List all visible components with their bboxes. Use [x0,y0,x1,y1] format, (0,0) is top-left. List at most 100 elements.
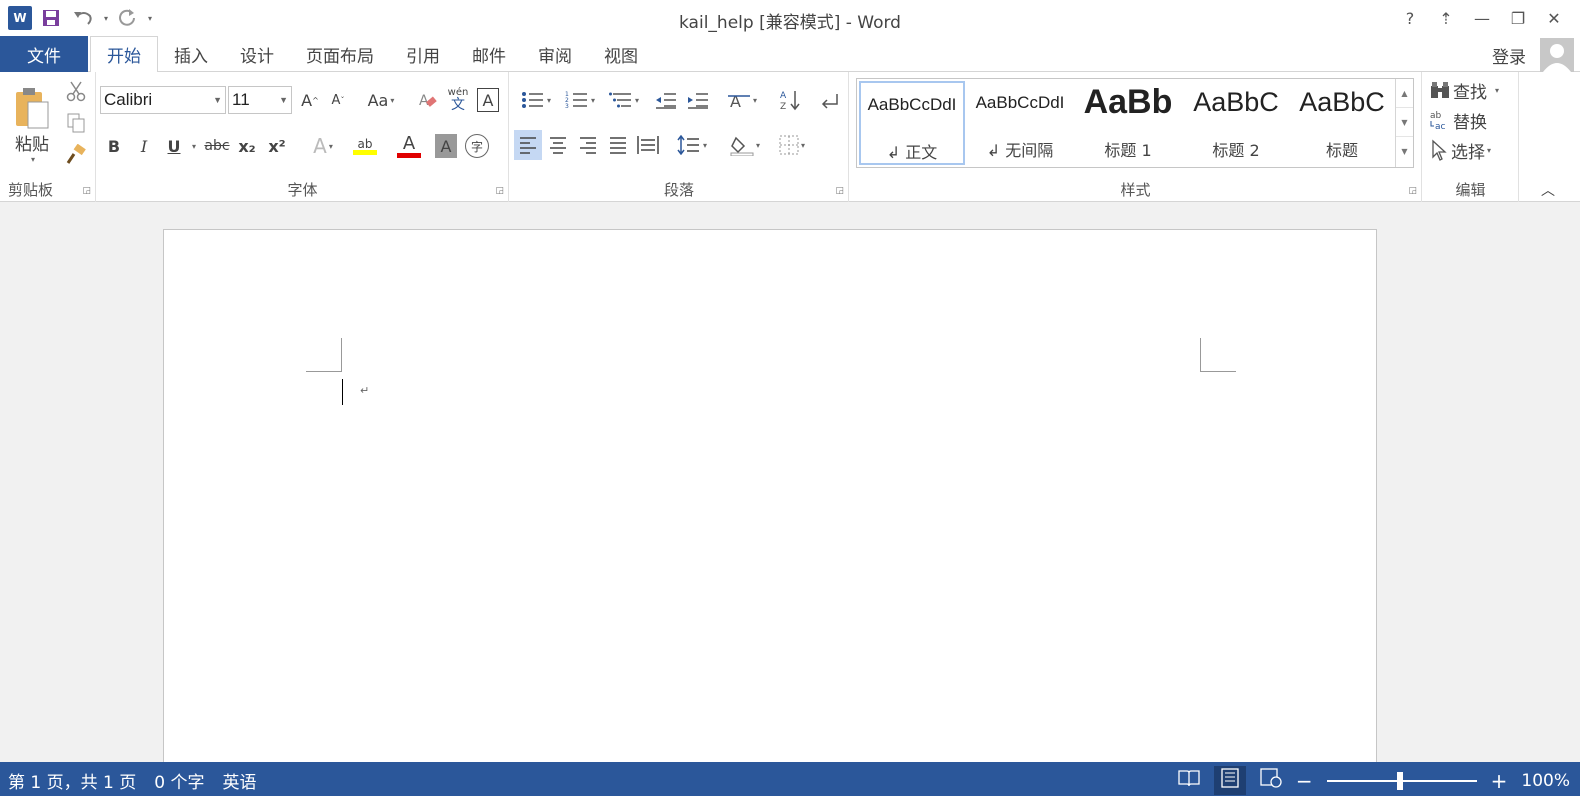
subscript-button[interactable]: x₂ [235,132,259,160]
underline-button[interactable]: U [163,132,185,160]
align-center-icon[interactable] [544,130,572,160]
close-button[interactable]: ✕ [1536,4,1572,32]
print-layout-icon[interactable] [1213,766,1246,795]
justify-icon[interactable] [604,130,632,160]
enclose-characters-button[interactable]: 字 [465,134,489,158]
paragraph-shading-icon[interactable]: ▾ [724,130,766,160]
text-effects-button[interactable]: A ▾ [305,132,341,160]
show-hide-marks-icon[interactable] [816,86,844,114]
replace-label: 替换 [1453,112,1487,133]
clipboard-group: 粘贴 ▾ 剪贴板 ◲ [0,72,96,202]
sign-in-link[interactable]: 登录 [1492,43,1526,68]
cut-icon[interactable] [64,78,88,104]
style-title[interactable]: AaBbC 标题 [1289,81,1395,165]
tab-references[interactable]: 引用 [390,36,456,72]
paragraph-launcher-icon[interactable]: ◲ [835,186,844,196]
find-button[interactable]: 查找 ▾ [1429,76,1513,104]
style-heading-2[interactable]: AaBbC 标题 2 [1183,81,1289,165]
style-sample: AaBbCcDdI [867,95,957,114]
change-case-button[interactable]: Aa ▾ [361,86,401,114]
web-layout-icon[interactable] [1260,768,1282,793]
title-bar: W ▾ ▾ kail_help [兼容模式] - Word ? ⇡ — ❐ ✕ [0,0,1580,36]
clear-formatting-icon[interactable]: A [415,86,441,114]
sort-icon[interactable]: AZ [776,86,804,114]
style-normal[interactable]: AaBbCcDdI ↲ 正文 [859,81,965,165]
style-heading-1[interactable]: AaBb 标题 1 [1075,81,1181,165]
replace-button[interactable]: ab ac 替换 [1429,106,1513,134]
italic-button[interactable]: I [133,132,155,160]
text-effects-icon: A [313,134,327,158]
zoom-out-button[interactable]: − [1296,769,1313,793]
font-family-combo[interactable]: Calibri ▼ [100,86,226,114]
tab-insert[interactable]: 插入 [158,36,224,72]
editing-group-label: 编辑 [1455,181,1486,199]
language-indicator[interactable]: 英语 [222,768,256,793]
word-count[interactable]: 0 个字 [154,768,204,793]
gallery-up-icon[interactable]: ▲ [1396,79,1413,108]
ribbon-tabs: 文件 开始 插入 设计 页面布局 引用 邮件 审阅 视图 登录 [0,36,1580,73]
zoom-slider[interactable] [1326,771,1477,790]
font-size-combo[interactable]: 11 ▼ [228,86,292,114]
tab-mailings[interactable]: 邮件 [456,36,522,72]
ribbon-display-options-button[interactable]: ⇡ [1428,4,1464,32]
style-no-spacing[interactable]: AaBbCcDdI ↲ 无间隔 [967,81,1073,165]
multilevel-list-icon[interactable]: ▾ [604,86,644,114]
bold-button[interactable]: B [103,132,125,160]
zoom-level[interactable]: 100% [1521,771,1570,791]
help-button[interactable]: ? [1392,4,1428,32]
clipboard-launcher-icon[interactable]: ◲ [82,186,91,196]
user-avatar-icon[interactable] [1540,38,1574,72]
svg-text:A: A [730,92,741,110]
editing-group: 查找 ▾ ab ac 替换 选择 ▾ 编辑 [1423,72,1519,202]
character-border-button[interactable]: A [477,88,499,112]
bullets-icon[interactable]: ▾ [516,86,556,114]
gallery-more-icon[interactable]: ▼ [1396,137,1413,166]
font-family-dropdown-icon[interactable]: ▼ [213,95,222,105]
read-mode-icon[interactable] [1178,768,1200,793]
increase-indent-icon[interactable] [684,86,712,114]
collapse-ribbon-icon[interactable]: ︿ [1536,180,1560,200]
paragraph-group-label: 段落 [663,181,694,199]
page-count[interactable]: 第 1 页，共 1 页 [8,768,136,793]
gallery-down-icon[interactable]: ▼ [1396,108,1413,137]
zoom-slider-thumb[interactable] [1396,771,1403,790]
zoom-in-button[interactable]: + [1491,769,1508,793]
tab-home[interactable]: 开始 [90,36,158,73]
strikethrough-button[interactable]: abc [203,132,231,160]
align-right-icon[interactable] [574,130,602,160]
styles-launcher-icon[interactable]: ◲ [1408,186,1417,196]
underline-dropdown-icon[interactable]: ▾ [187,132,199,160]
tab-page-layout[interactable]: 页面布局 [290,36,390,72]
line-spacing-icon[interactable]: ▾ [672,130,712,160]
restore-button[interactable]: ❐ [1500,4,1536,32]
shrink-font-button[interactable]: Aˇ [325,86,351,114]
font-launcher-icon[interactable]: ◲ [495,186,504,196]
copy-icon[interactable] [64,110,88,136]
numbering-icon[interactable]: 1 2 3 ▾ [560,86,600,114]
tab-review[interactable]: 审阅 [522,36,588,72]
decrease-indent-icon[interactable] [652,86,680,114]
borders-icon[interactable]: ▾ [772,130,812,160]
grow-font-button[interactable]: A ^ [297,86,323,114]
paste-button[interactable]: 粘贴 ▾ [8,78,56,172]
asian-layout-icon[interactable]: A ▾ [722,86,762,114]
highlight-button[interactable]: ab [345,130,385,162]
paste-dropdown-icon[interactable]: ▾ [31,155,35,164]
character-shading-button[interactable]: A [435,134,457,158]
format-painter-icon[interactable] [64,142,88,168]
svg-text:ac: ac [1435,122,1446,131]
phonetic-guide-button[interactable]: wén 文 [445,84,471,116]
select-button[interactable]: 选择 ▾ [1429,136,1513,164]
status-bar: 第 1 页，共 1 页 0 个字 英语 − + 100% [0,762,1580,796]
tab-file[interactable]: 文件 [0,36,88,72]
tab-design[interactable]: 设计 [224,36,290,72]
superscript-button[interactable]: x² [265,132,289,160]
tab-view[interactable]: 视图 [588,36,654,72]
document-page[interactable]: ↵ [163,229,1377,769]
font-color-button[interactable]: A [389,130,429,162]
font-size-dropdown-icon[interactable]: ▼ [279,95,288,105]
align-left-icon[interactable] [514,130,542,160]
text-cursor [342,379,343,405]
distributed-icon[interactable] [634,130,662,160]
minimize-button[interactable]: — [1464,4,1500,32]
